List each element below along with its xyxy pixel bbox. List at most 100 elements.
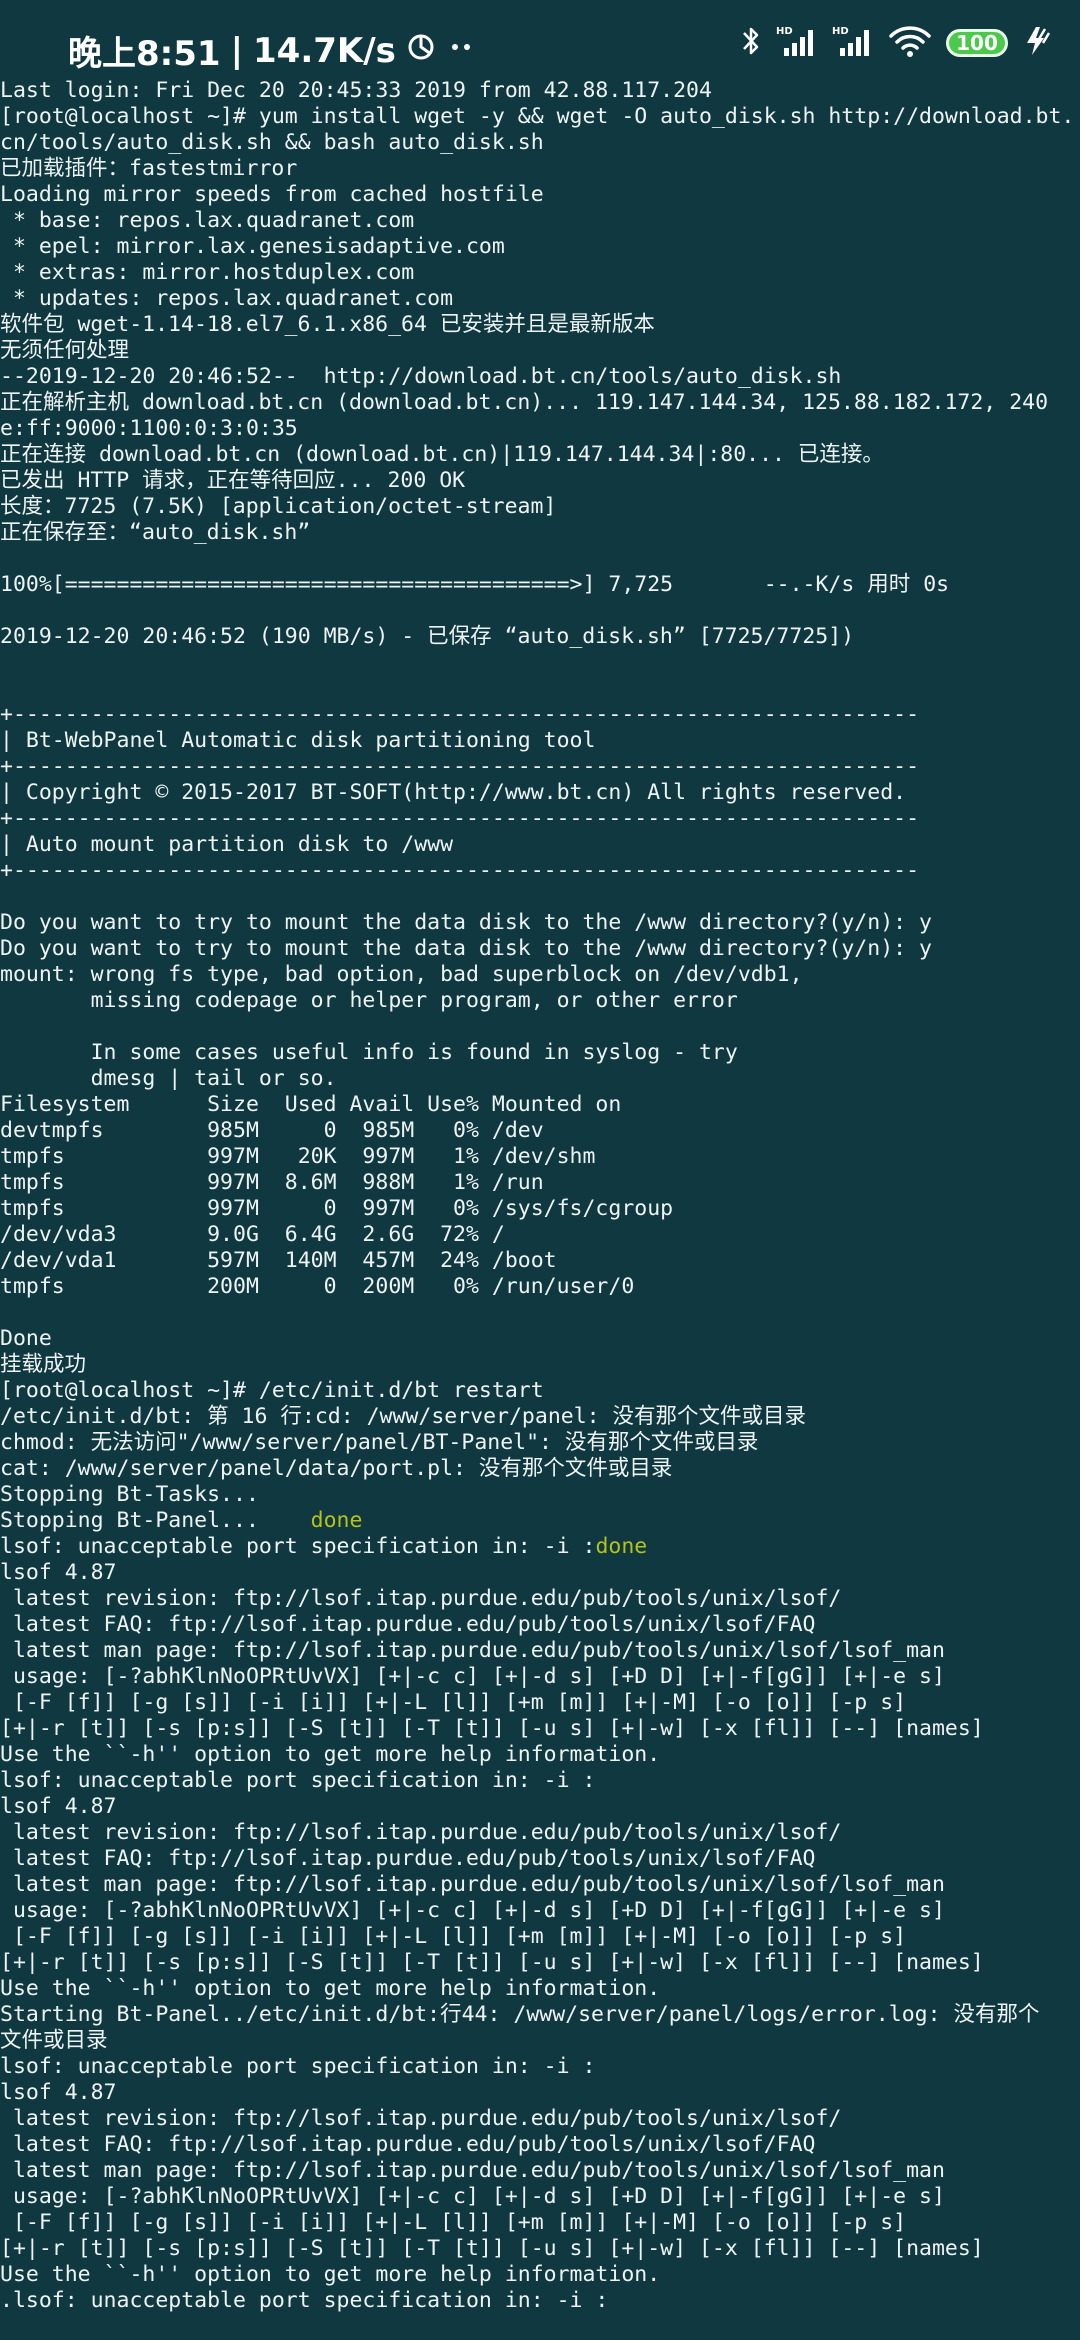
terminal-line: 文件或目录 xyxy=(0,2028,1080,2054)
hotspot-icon xyxy=(406,31,436,71)
terminal-line-text: Stopping Bt-Panel... xyxy=(0,1508,311,1533)
terminal-line-text: | Copyright © 2015-2017 BT-SOFT(http://w… xyxy=(0,780,907,805)
terminal-line-text: Do you want to try to mount the data dis… xyxy=(0,910,932,935)
terminal-line: 正在保存至：“auto_disk.sh” xyxy=(0,520,1080,546)
terminal-line-text: lsof: unacceptable port specification in… xyxy=(0,1768,596,1793)
svg-text:HD: HD xyxy=(832,26,849,37)
battery-icon: 100 xyxy=(946,29,1008,57)
terminal-line: missing codepage or helper program, or o… xyxy=(0,988,1080,1014)
terminal-line-text: e:ff:9000:1100:0:3:0:35 xyxy=(0,416,298,441)
terminal-line: +---------------------------------------… xyxy=(0,754,1080,780)
terminal-line: tmpfs 997M 20K 997M 1% /dev/shm xyxy=(0,1144,1080,1170)
terminal-line: dmesg | tail or so. xyxy=(0,1066,1080,1092)
terminal-line-text: tmpfs 997M 0 997M 0% /sys/fs/cgroup xyxy=(0,1196,674,1221)
terminal-line-text: * base: repos.lax.quadranet.com xyxy=(0,208,415,233)
terminal-line-text: latest man page: ftp://lsof.itap.purdue.… xyxy=(0,1638,945,1663)
terminal-line-text: [+|-r [t]] [-s [p:s]] [-S [t]] [-T [t]] … xyxy=(0,1950,984,1975)
terminal-line: 正在连接 download.bt.cn (download.bt.cn)|119… xyxy=(0,442,1080,468)
terminal-line: chmod: 无法访问"/www/server/panel/BT-Panel":… xyxy=(0,1430,1080,1456)
terminal-line-text: | Auto mount partition disk to /www xyxy=(0,832,454,857)
terminal-line: In some cases useful info is found in sy… xyxy=(0,1040,1080,1066)
terminal-line: Use the ``-h'' option to get more help i… xyxy=(0,1742,1080,1768)
terminal-line-text: 正在连接 download.bt.cn (download.bt.cn)|119… xyxy=(0,442,884,467)
terminal-line: latest man page: ftp://lsof.itap.purdue.… xyxy=(0,2158,1080,2184)
terminal-line: mount: wrong fs type, bad option, bad su… xyxy=(0,962,1080,988)
terminal-line-text: +---------------------------------------… xyxy=(0,858,920,883)
terminal-line-text: dmesg | tail or so. xyxy=(0,1066,337,1091)
terminal-line-text: * epel: mirror.lax.genesisadaptive.com xyxy=(0,234,505,259)
status-done-label: done xyxy=(310,1508,363,1533)
status-right: HD HD 100 xyxy=(740,24,1052,62)
terminal-line: latest revision: ftp://lsof.itap.purdue.… xyxy=(0,2106,1080,2132)
terminal-line: [-F [f]] [-g [s]] [-i [i]] [+|-L [l]] [+… xyxy=(0,1690,1080,1716)
terminal-line: latest FAQ: ftp://lsof.itap.purdue.edu/p… xyxy=(0,2132,1080,2158)
terminal-line-text: [root@localhost ~]# /etc/init.d/bt resta… xyxy=(0,1378,544,1403)
terminal-line: * base: repos.lax.quadranet.com xyxy=(0,208,1080,234)
terminal-line: 长度：7725 (7.5K) [application/octet-stream… xyxy=(0,494,1080,520)
terminal-line: lsof 4.87 xyxy=(0,1560,1080,1586)
terminal-line-text: missing codepage or helper program, or o… xyxy=(0,988,738,1013)
terminal-line-text: latest man page: ftp://lsof.itap.purdue.… xyxy=(0,1872,945,1897)
more-icon xyxy=(446,31,476,71)
signal-hd-2-icon: HD xyxy=(832,24,874,62)
terminal-line-text: 无须任何处理 xyxy=(0,338,130,363)
terminal-line-text: usage: [-?abhKlnNoOPRtUvVX] [+|-c c] [+|… xyxy=(0,1898,945,1923)
terminal-line-text: lsof 4.87 xyxy=(0,1560,117,1585)
terminal-line: Starting Bt-Panel../etc/init.d/bt:行44: /… xyxy=(0,2002,1080,2028)
terminal-line-text: [+|-r [t]] [-s [p:s]] [-S [t]] [-T [t]] … xyxy=(0,2236,984,2261)
terminal-line-text: Starting Bt-Panel../etc/init.d/bt:行44: /… xyxy=(0,2002,1040,2027)
terminal-line: 软件包 wget-1.14-18.el7_6.1.x86_64 已安装并且是最新… xyxy=(0,312,1080,338)
terminal-line: tmpfs 997M 8.6M 988M 1% /run xyxy=(0,1170,1080,1196)
status-left: 晚上8:51 | 14.7K/s xyxy=(68,26,476,75)
terminal-line-text: chmod: 无法访问"/www/server/panel/BT-Panel":… xyxy=(0,1430,759,1455)
terminal-line: usage: [-?abhKlnNoOPRtUvVX] [+|-c c] [+|… xyxy=(0,2184,1080,2210)
terminal-line-text: 100%[===================================… xyxy=(0,572,950,597)
terminal-line: * epel: mirror.lax.genesisadaptive.com xyxy=(0,234,1080,260)
terminal-line-text: +---------------------------------------… xyxy=(0,702,920,727)
terminal-output[interactable]: Last login: Fri Dec 20 20:45:33 2019 fro… xyxy=(0,78,1080,2314)
terminal-line: lsof 4.87 xyxy=(0,2080,1080,2106)
terminal-line: /dev/vda3 9.0G 6.4G 2.6G 72% / xyxy=(0,1222,1080,1248)
terminal-line-text: devtmpfs 985M 0 985M 0% /dev xyxy=(0,1118,544,1143)
terminal-line-text: /dev/vda3 9.0G 6.4G 2.6G 72% / xyxy=(0,1222,505,1247)
terminal-line-text: /dev/vda1 597M 140M 457M 24% /boot xyxy=(0,1248,557,1273)
terminal-line-text: latest revision: ftp://lsof.itap.purdue.… xyxy=(0,2106,842,2131)
terminal-line-text: lsof: unacceptable port specification in… xyxy=(0,2054,596,2079)
terminal-line-text: 已加载插件：fastestmirror xyxy=(0,156,298,181)
charging-icon xyxy=(1022,24,1052,62)
wifi-icon xyxy=(888,24,932,62)
status-done-label: done xyxy=(595,1534,648,1559)
terminal-line-text: lsof 4.87 xyxy=(0,2080,117,2105)
terminal-line-text: Stopping Bt-Tasks... xyxy=(0,1482,311,1507)
terminal-line: cat: /www/server/panel/data/port.pl: 没有那… xyxy=(0,1456,1080,1482)
terminal-line-text: latest man page: ftp://lsof.itap.purdue.… xyxy=(0,2158,945,2183)
status-bar: 晚上8:51 | 14.7K/s HD HD 100 xyxy=(0,0,1080,80)
terminal-line: latest man page: ftp://lsof.itap.purdue.… xyxy=(0,1872,1080,1898)
terminal-line-text: 文件或目录 xyxy=(0,2028,108,2053)
terminal-line: [root@localhost ~]# /etc/init.d/bt resta… xyxy=(0,1378,1080,1404)
terminal-line-text: Filesystem Size Used Avail Use% Mounted … xyxy=(0,1092,622,1117)
terminal-line-text: 正在解析主机 download.bt.cn (download.bt.cn)..… xyxy=(0,390,1049,415)
terminal-line: Stopping Bt-Panel... done xyxy=(0,1508,1080,1534)
terminal-line: Use the ``-h'' option to get more help i… xyxy=(0,2262,1080,2288)
terminal-line-text: [root@localhost ~]# yum install wget -y … xyxy=(0,104,1075,129)
terminal-line-text: latest FAQ: ftp://lsof.itap.purdue.edu/p… xyxy=(0,2132,816,2157)
terminal-line-text: Loading mirror speeds from cached hostfi… xyxy=(0,182,544,207)
terminal-line-text: tmpfs 997M 8.6M 988M 1% /run xyxy=(0,1170,544,1195)
terminal-line: | Bt-WebPanel Automatic disk partitionin… xyxy=(0,728,1080,754)
terminal-line: [-F [f]] [-g [s]] [-i [i]] [+|-L [l]] [+… xyxy=(0,1924,1080,1950)
terminal-line: lsof: unacceptable port specification in… xyxy=(0,2054,1080,2080)
terminal-line-text: /etc/init.d/bt: 第 16 行:cd: /www/server/p… xyxy=(0,1404,807,1429)
terminal-line-text: [-F [f]] [-g [s]] [-i [i]] [+|-L [l]] [+… xyxy=(0,2210,907,2235)
terminal-line: e:ff:9000:1100:0:3:0:35 xyxy=(0,416,1080,442)
terminal-line: 无须任何处理 xyxy=(0,338,1080,364)
terminal-line-text: 2019-12-20 20:46:52 (190 MB/s) - 已保存 “au… xyxy=(0,624,855,649)
terminal-line-text: In some cases useful info is found in sy… xyxy=(0,1040,738,1065)
terminal-line: +---------------------------------------… xyxy=(0,702,1080,728)
terminal-line-text: +---------------------------------------… xyxy=(0,754,920,779)
terminal-line: 挂载成功 xyxy=(0,1352,1080,1378)
